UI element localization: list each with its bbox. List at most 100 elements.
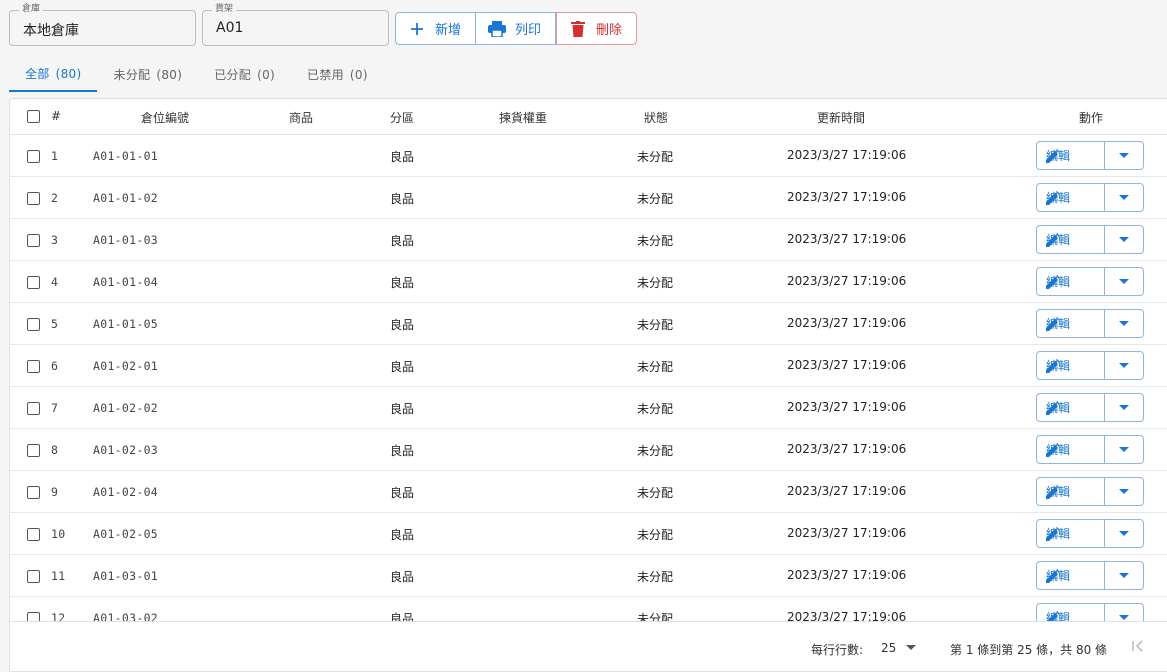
row-updated: 2023/3/27 17:19:06: [787, 232, 907, 246]
warehouse-select[interactable]: 倉庫 本地倉庫: [9, 3, 196, 46]
row-checkbox[interactable]: [27, 318, 40, 331]
row-code: A01-01-04: [93, 275, 159, 289]
row-updated: 2023/3/27 17:19:06: [787, 400, 907, 414]
row-index: 2: [51, 191, 59, 205]
row-action-group: 編輯: [1036, 477, 1144, 506]
row-zone: 良品: [390, 486, 415, 500]
row-updated: 2023/3/27 17:19:06: [787, 484, 907, 498]
edit-button-label: 編輯: [1046, 611, 1071, 621]
print-button[interactable]: 列印: [476, 12, 557, 45]
tab-3[interactable]: 已禁用 (0): [291, 57, 384, 92]
tab-2[interactable]: 已分配 (0): [198, 57, 291, 92]
row-checkbox[interactable]: [27, 444, 40, 457]
more-actions-button[interactable]: [1105, 351, 1144, 380]
row-checkbox[interactable]: [27, 612, 40, 621]
chevron-down-icon: [1119, 530, 1129, 536]
row-checkbox[interactable]: [27, 192, 40, 205]
edit-button-label: 編輯: [1046, 569, 1071, 583]
tab-label: 已分配: [214, 68, 252, 82]
row-checkbox[interactable]: [27, 570, 40, 583]
more-actions-button[interactable]: [1105, 519, 1144, 548]
edit-button[interactable]: 編輯: [1036, 561, 1105, 590]
header-product: 商品: [289, 111, 314, 125]
edit-button[interactable]: 編輯: [1036, 477, 1105, 506]
edit-button-label: 編輯: [1046, 485, 1071, 499]
row-index: 4: [51, 275, 59, 289]
more-actions-button[interactable]: [1105, 309, 1144, 338]
chevron-down-icon: [1119, 572, 1129, 578]
row-status: 未分配: [637, 318, 674, 332]
header-action: 動作: [1079, 111, 1104, 125]
edit-button[interactable]: 編輯: [1036, 225, 1105, 254]
more-actions-button[interactable]: [1105, 477, 1144, 506]
row-checkbox[interactable]: [27, 234, 40, 247]
shelf-label: 貨架: [212, 3, 237, 15]
select-all-checkbox[interactable]: [27, 110, 40, 123]
more-actions-button[interactable]: [1105, 225, 1144, 254]
table-row: 3 A01-01-03 良品 未分配 2023/3/27 17:19:06 編輯: [10, 219, 1167, 261]
more-actions-button[interactable]: [1105, 141, 1144, 170]
chevron-down-icon: [1119, 614, 1129, 620]
more-actions-button[interactable]: [1105, 435, 1144, 464]
row-zone: 良品: [390, 570, 415, 584]
row-checkbox[interactable]: [27, 402, 40, 415]
rows-per-page-select[interactable]: 25: [881, 641, 917, 655]
tab-0[interactable]: 全部 (80): [9, 57, 98, 92]
row-zone: 良品: [390, 318, 415, 332]
edit-button[interactable]: 編輯: [1036, 603, 1105, 621]
edit-button[interactable]: 編輯: [1036, 183, 1105, 212]
edit-button[interactable]: 編輯: [1036, 267, 1105, 296]
edit-button[interactable]: 編輯: [1036, 435, 1105, 464]
first-page-button[interactable]: [1131, 639, 1145, 656]
more-actions-button[interactable]: [1105, 183, 1144, 212]
dropdown-arrow-icon: [906, 645, 917, 650]
row-checkbox[interactable]: [27, 360, 40, 373]
row-updated: 2023/3/27 17:19:06: [787, 148, 907, 162]
edit-button[interactable]: 編輯: [1036, 519, 1105, 548]
row-index: 3: [51, 233, 59, 247]
table-row: 12 A01-03-02 良品 未分配 2023/3/27 17:19:06 編輯: [10, 597, 1167, 621]
row-code: A01-01-01: [93, 149, 159, 163]
row-index: 6: [51, 359, 59, 373]
delete-button[interactable]: 刪除: [556, 12, 638, 45]
row-status: 未分配: [637, 612, 674, 621]
storage-location-table: # 倉位編號 商品 分區 揀貨權重 狀態 更新時間 動作 1 A01-01-01 良…: [9, 98, 1167, 672]
row-code: A01-03-01: [93, 569, 159, 583]
row-action-group: 編輯: [1036, 225, 1144, 254]
header-code: 倉位編號: [141, 111, 190, 125]
row-updated: 2023/3/27 17:19:06: [787, 526, 907, 540]
row-status: 未分配: [637, 276, 674, 290]
edit-button[interactable]: 編輯: [1036, 309, 1105, 338]
row-status: 未分配: [637, 486, 674, 500]
row-updated: 2023/3/27 17:19:06: [787, 442, 907, 456]
row-updated: 2023/3/27 17:19:06: [787, 316, 907, 330]
row-checkbox[interactable]: [27, 150, 40, 163]
shelf-select[interactable]: 貨架 A01: [202, 3, 389, 46]
more-actions-button[interactable]: [1105, 267, 1144, 296]
table-row: 10 A01-02-05 良品 未分配 2023/3/27 17:19:06 編輯: [10, 513, 1167, 555]
row-checkbox[interactable]: [27, 276, 40, 289]
delete-button-label: 刪除: [596, 23, 623, 38]
table-row: 9 A01-02-04 良品 未分配 2023/3/27 17:19:06 編輯: [10, 471, 1167, 513]
row-checkbox[interactable]: [27, 486, 40, 499]
edit-button[interactable]: 編輯: [1036, 351, 1105, 380]
edit-button[interactable]: 編輯: [1036, 141, 1105, 170]
rows-per-page-label: 每行行數:: [811, 643, 864, 657]
more-actions-button[interactable]: [1105, 561, 1144, 590]
row-status: 未分配: [637, 150, 674, 164]
edit-button[interactable]: 編輯: [1036, 393, 1105, 422]
tab-1[interactable]: 未分配 (80): [97, 57, 198, 92]
tab-count: (0): [257, 67, 276, 82]
tab-label: 未分配: [113, 68, 151, 82]
add-button[interactable]: 新增: [395, 12, 477, 45]
row-checkbox[interactable]: [27, 528, 40, 541]
row-action-group: 編輯: [1036, 561, 1144, 590]
more-actions-button[interactable]: [1105, 603, 1144, 621]
more-actions-button[interactable]: [1105, 393, 1144, 422]
row-zone: 良品: [390, 276, 415, 290]
tab-label: 全部: [25, 67, 50, 81]
row-code: A01-01-02: [93, 191, 159, 205]
pagination: 每行行數: 25 第 1 條到第 25 條，共 80 條: [10, 621, 1167, 671]
row-status: 未分配: [637, 444, 674, 458]
row-index: 11: [51, 569, 66, 583]
